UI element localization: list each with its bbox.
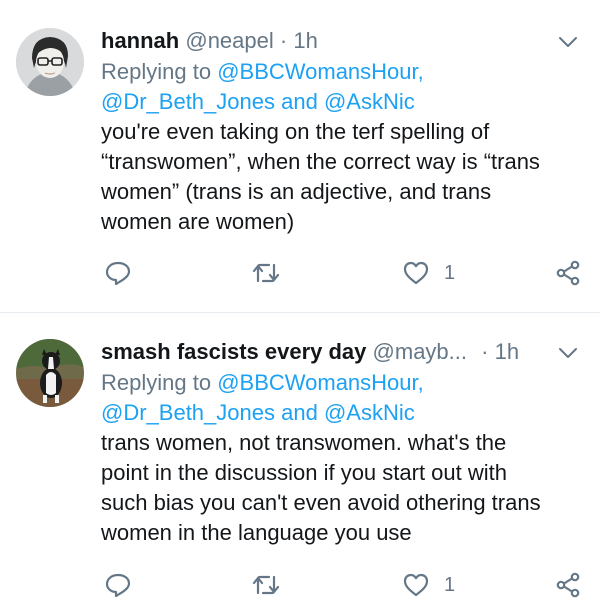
timestamp[interactable]: 1h <box>293 28 317 53</box>
tweet-text: you're even taking on the terf spelling … <box>101 117 576 237</box>
share-icon <box>556 572 580 598</box>
mention-and[interactable]: and <box>281 89 318 114</box>
tweet-header: hannah @neapel · 1h <box>101 27 576 55</box>
mention-link[interactable]: @AskNic <box>324 400 415 425</box>
tweet-text-line: women in the language you use <box>101 520 412 545</box>
avatar-image <box>16 28 84 96</box>
mention-link[interactable]: @Dr_Beth_Jones <box>101 89 275 114</box>
share-button[interactable] <box>555 565 583 605</box>
mention-and[interactable]: and <box>281 400 318 425</box>
user-handle[interactable]: @neapel <box>185 28 273 53</box>
like-button[interactable]: 1 <box>402 253 455 293</box>
separator-dot: · <box>481 339 489 364</box>
retweet-button[interactable] <box>252 565 280 605</box>
like-count: 1 <box>444 261 456 284</box>
tweet-text-line: women are women) <box>101 209 295 234</box>
mention-link[interactable]: @Dr_Beth_Jones <box>101 400 275 425</box>
tweet-header: smash fascists every day @mayb... · 1h <box>101 338 576 366</box>
heart-icon <box>403 573 429 597</box>
chevron-down-icon[interactable] <box>556 30 580 54</box>
tweet-actions: 1 <box>0 565 600 605</box>
like-count: 1 <box>444 573 456 596</box>
tweet-text-line: you're even taking on the terf spelling … <box>101 119 490 144</box>
retweet-button[interactable] <box>252 253 280 293</box>
timestamp[interactable]: 1h <box>495 339 519 364</box>
tweet-text-line: women” (trans is an adjective, and trans <box>101 179 492 204</box>
tweet-text-line: such bias you can't even avoid othering … <box>101 490 541 515</box>
replying-to-label: Replying to <box>101 59 212 84</box>
mention-link[interactable]: @AskNic <box>324 89 415 114</box>
reply-button[interactable] <box>104 253 132 293</box>
replying-to-continued: @Dr_Beth_Jones and @AskNic <box>101 398 576 428</box>
display-name[interactable]: smash fascists every day <box>101 339 366 364</box>
tweet-text-line: “transwomen”, when the correct way is “t… <box>101 149 540 174</box>
mention-link[interactable]: @BBCWomansHour, <box>217 370 424 395</box>
mention-link[interactable]: @BBCWomansHour, <box>217 59 424 84</box>
avatar[interactable] <box>16 339 84 407</box>
like-button[interactable]: 1 <box>402 565 455 605</box>
replying-to-continued: @Dr_Beth_Jones and @AskNic <box>101 87 576 117</box>
share-icon <box>556 260 580 286</box>
reply-icon <box>105 261 131 286</box>
replying-to-label: Replying to <box>101 370 212 395</box>
chevron-down-icon[interactable] <box>556 341 580 365</box>
user-handle[interactable]: @mayb... <box>373 339 467 364</box>
tweet-text-line: trans women, not transwomen. what's the <box>101 430 507 455</box>
avatar-image <box>16 339 84 407</box>
avatar[interactable] <box>16 28 84 96</box>
tweet-text-line: point in the discussion if you start out… <box>101 460 507 485</box>
retweet-icon <box>252 263 280 283</box>
reply-icon <box>105 573 131 598</box>
reply-button[interactable] <box>104 565 132 605</box>
tweet-text: trans women, not transwomen. what's the … <box>101 428 576 548</box>
display-name[interactable]: hannah <box>101 28 179 53</box>
replying-to: Replying to @BBCWomansHour, <box>101 57 576 87</box>
separator-dot: · <box>279 28 288 53</box>
tweet[interactable]: smash fascists every day @mayb... · 1h R… <box>0 313 600 598</box>
replying-to: Replying to @BBCWomansHour, <box>101 368 576 398</box>
tweet-actions: 1 <box>0 253 600 293</box>
retweet-icon <box>252 575 280 595</box>
heart-icon <box>403 261 429 285</box>
tweet[interactable]: hannah @neapel · 1h Replying to @BBCWoma… <box>0 0 600 312</box>
share-button[interactable] <box>555 253 583 293</box>
